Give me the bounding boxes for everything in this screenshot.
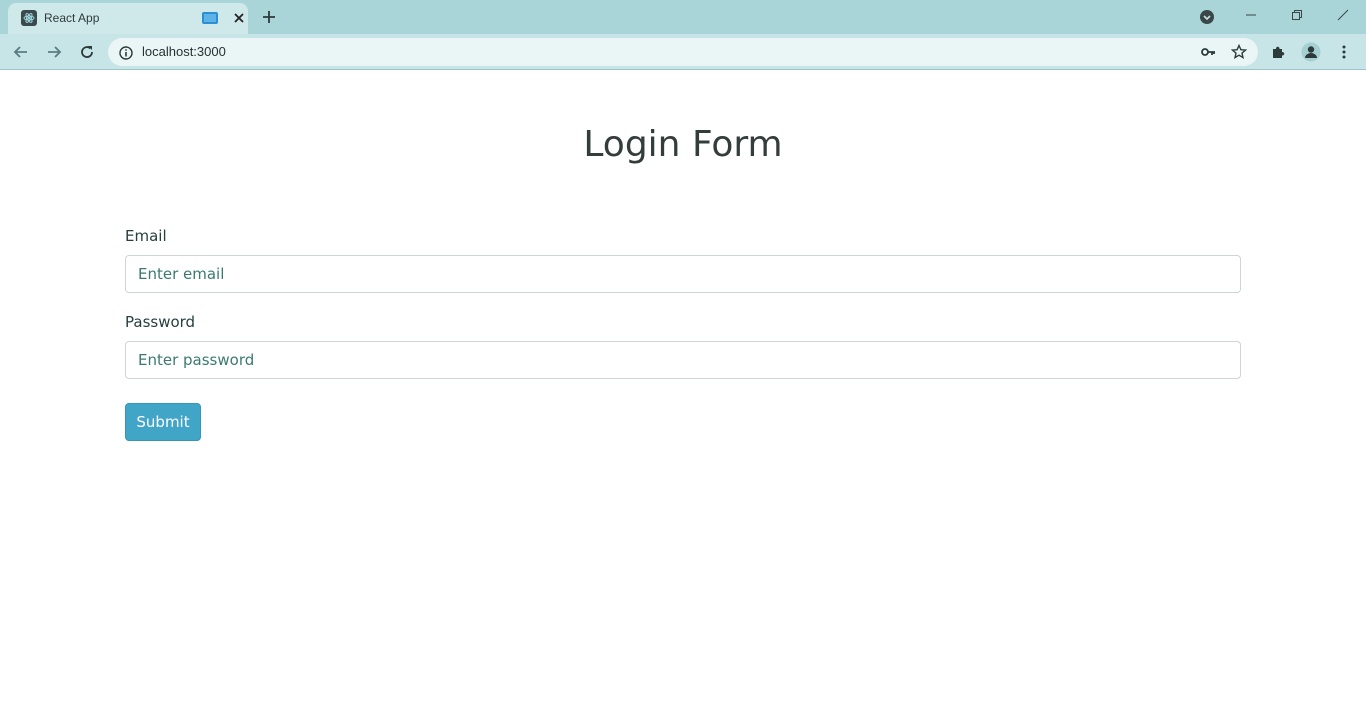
star-icon[interactable] <box>1230 43 1248 61</box>
window-close-icon[interactable] <box>1332 4 1354 26</box>
key-icon[interactable] <box>1199 43 1217 61</box>
address-bar[interactable]: localhost:3000 <box>108 38 1258 66</box>
email-field[interactable] <box>125 255 1241 293</box>
tab-search-icon[interactable] <box>1199 9 1215 25</box>
media-playing-icon[interactable] <box>202 12 218 24</box>
profile-icon[interactable] <box>1301 42 1321 62</box>
page-title: Login Form <box>583 124 783 165</box>
browser-tabstrip: React App <box>0 0 1366 34</box>
url-text[interactable]: localhost:3000 <box>142 44 226 60</box>
close-icon[interactable] <box>230 9 248 27</box>
submit-button[interactable]: Submit <box>125 403 201 441</box>
plus-icon[interactable] <box>258 6 280 28</box>
browser-tab[interactable]: React App <box>8 3 248 34</box>
browser-toolbar: localhost:3000 <box>0 34 1366 70</box>
reload-icon[interactable] <box>74 39 100 65</box>
restore-icon[interactable] <box>1286 4 1308 26</box>
forward-arrow-icon[interactable] <box>41 39 67 65</box>
info-icon[interactable] <box>119 45 133 60</box>
kebab-menu-icon[interactable] <box>1334 42 1354 62</box>
email-label: Email <box>125 227 167 245</box>
puzzle-icon[interactable] <box>1269 42 1289 62</box>
react-favicon-icon <box>21 10 37 26</box>
tab-title: React App <box>44 11 100 25</box>
minimize-icon[interactable] <box>1240 4 1262 26</box>
back-arrow-icon[interactable] <box>8 39 34 65</box>
password-field[interactable] <box>125 341 1241 379</box>
password-label: Password <box>125 313 196 331</box>
